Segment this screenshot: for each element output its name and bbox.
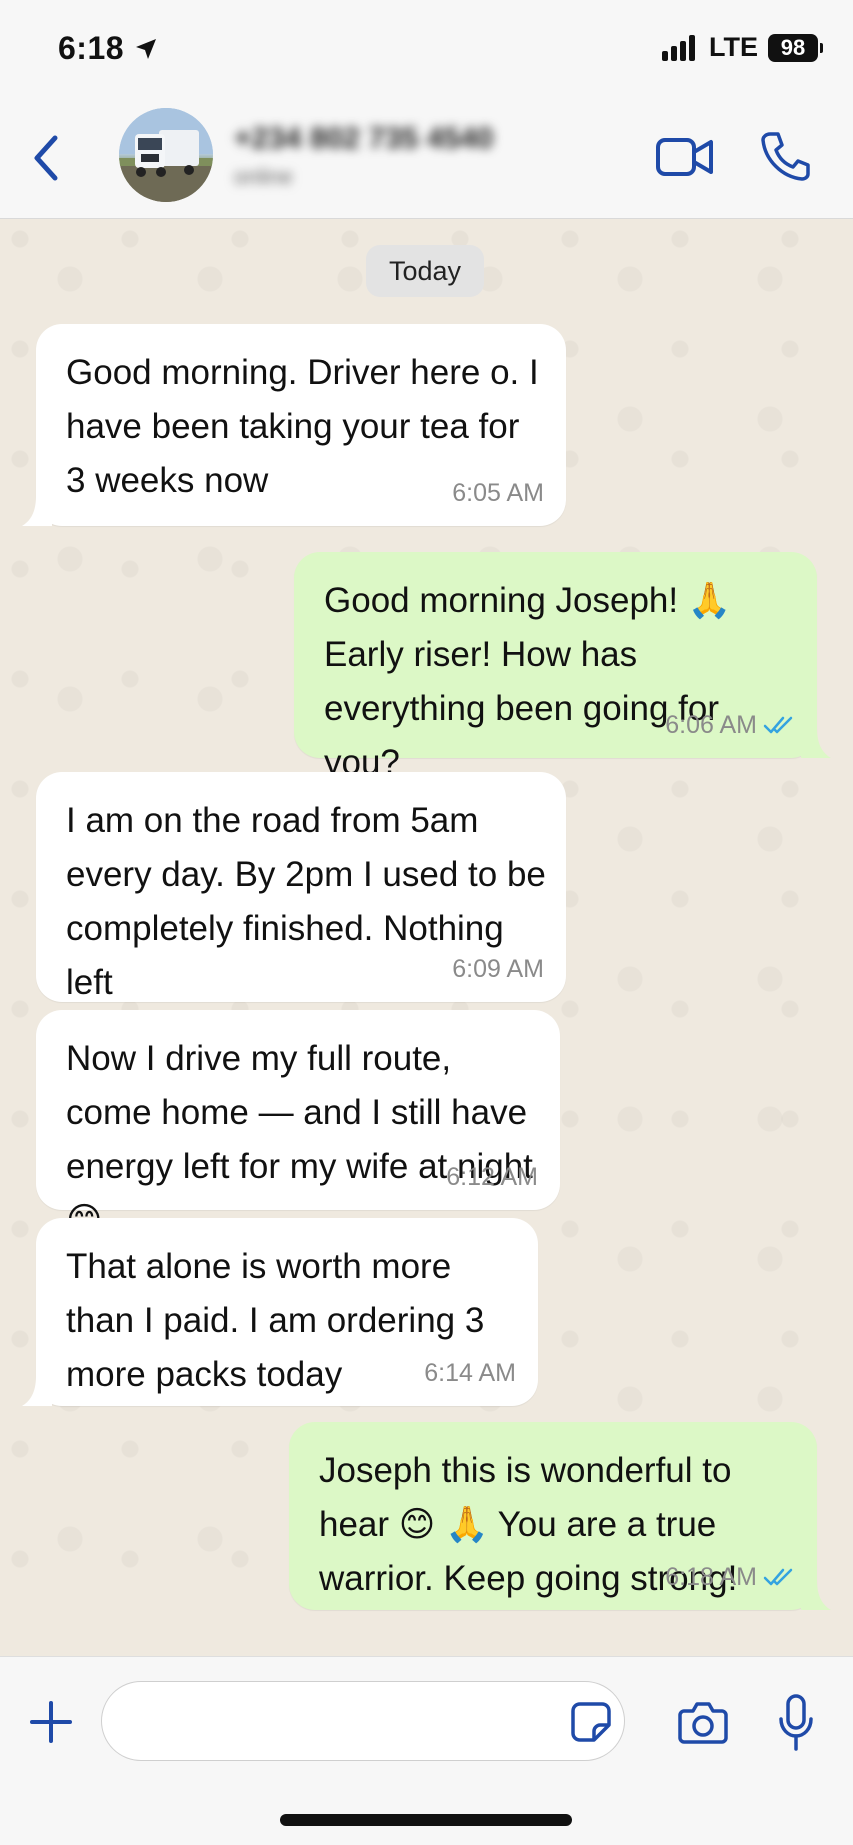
message-bubble-incoming[interactable]: Now I drive my full route, come home — a… — [36, 1010, 560, 1240]
video-camera-icon — [656, 138, 713, 176]
bubble-tail — [22, 1376, 52, 1406]
network-type: LTE — [709, 32, 758, 62]
avatar[interactable] — [119, 108, 213, 202]
chat-header: +234 802 735 4540 online — [0, 100, 853, 219]
message-meta: 6:06 AM — [665, 710, 795, 740]
camera-icon — [678, 1702, 728, 1744]
message-time: 6:05 AM — [452, 479, 544, 507]
message-time: 6:06 AM — [665, 711, 757, 739]
message-text: Good morning Joseph! 🙏 Early riser! How … — [324, 581, 732, 782]
plus-icon — [30, 1701, 72, 1743]
message-time: 6:09 AM — [452, 955, 544, 983]
message-meta: 6:14 AM — [424, 1358, 516, 1388]
bubble-tail — [801, 1580, 831, 1610]
composer-bar — [0, 1656, 853, 1845]
message-bubble-outgoing[interactable]: Joseph this is wonderful to hear 😊 🙏 You… — [289, 1422, 831, 1610]
location-arrow-icon — [136, 38, 157, 59]
cellular-signal-icon — [662, 34, 695, 61]
home-indicator[interactable] — [280, 1814, 572, 1826]
message-bubble-incoming[interactable]: Good morning. Driver here o. I have been… — [22, 324, 566, 526]
status-bar: 6:18 LTE 98 — [0, 0, 853, 100]
message-text-body: Now I drive my full route, come home — a… — [66, 1039, 533, 1240]
contact-name: +234 802 735 4540 — [234, 122, 494, 155]
sticker-button[interactable] — [570, 1701, 612, 1743]
contact-info[interactable]: +234 802 735 4540 online — [234, 122, 493, 190]
truck-photo-icon — [119, 108, 213, 202]
bubble-tail — [801, 728, 831, 758]
microphone-icon — [779, 1694, 813, 1751]
message-meta: 6:05 AM — [452, 478, 544, 508]
message-time: 6:14 AM — [424, 1359, 516, 1387]
double-check-icon — [763, 716, 793, 734]
message-bubble-incoming[interactable]: That alone is worth more than I paid. I … — [22, 1218, 538, 1406]
message-meta: 6:18 AM — [665, 1562, 795, 1592]
chat-area[interactable]: Today Good morning. Driver here o. I hav… — [0, 219, 853, 1656]
sticker-icon — [571, 1702, 611, 1742]
status-time: 6:18 — [58, 30, 125, 66]
message-text: Now I drive my full route, come home — a… — [66, 1032, 540, 1248]
microphone-button[interactable] — [778, 1693, 814, 1753]
message-time: 6:18 AM — [665, 1563, 757, 1591]
message-meta: 6:09 AM — [452, 954, 544, 984]
message-bubble-outgoing[interactable]: Good morning Joseph! 🙏 Early riser! How … — [294, 552, 831, 782]
battery-icon: 98 — [768, 33, 823, 62]
back-button[interactable] — [26, 128, 66, 188]
attach-button[interactable] — [28, 1699, 74, 1745]
bubble-tail — [22, 496, 52, 526]
contact-status: online — [234, 164, 293, 189]
video-call-button[interactable] — [655, 134, 715, 180]
message-bubble-incoming[interactable]: I am on the road from 5am every day. By … — [36, 772, 566, 1002]
chevron-left-icon — [34, 135, 58, 181]
message-input[interactable] — [101, 1681, 625, 1761]
status-time-group: 6:18 — [58, 30, 158, 67]
message-time: 6:12 AM — [446, 1163, 538, 1191]
message-meta: 6:12 AM — [446, 1162, 538, 1192]
voice-call-button[interactable] — [760, 130, 810, 182]
double-check-icon — [763, 1568, 793, 1586]
phone-icon — [761, 132, 810, 181]
date-separator: Today — [366, 245, 484, 297]
camera-button[interactable] — [678, 1699, 728, 1745]
battery-level: 98 — [768, 33, 818, 62]
status-indicators: LTE 98 — [662, 32, 823, 63]
